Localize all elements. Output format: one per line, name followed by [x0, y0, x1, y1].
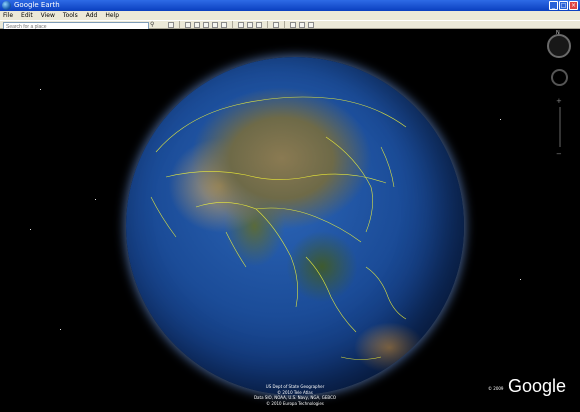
toolbar-icons — [168, 21, 314, 28]
menu-file[interactable]: File — [3, 11, 13, 20]
menu-view[interactable]: View — [41, 11, 55, 20]
star — [95, 199, 96, 200]
title-bar: Google Earth _ □ × — [0, 0, 580, 11]
sidebar-icon[interactable] — [168, 22, 174, 28]
menu-help[interactable]: Help — [105, 11, 119, 20]
sun-icon[interactable] — [247, 22, 253, 28]
historical-imagery-icon[interactable] — [256, 22, 262, 28]
polygon-icon[interactable] — [194, 22, 200, 28]
google-earth-icon — [2, 1, 11, 10]
navigation-controls: N + − — [544, 29, 576, 169]
google-earth-window: Google Earth _ □ × File Edit View Tools … — [0, 0, 580, 412]
print-icon[interactable] — [299, 22, 305, 28]
email-icon[interactable] — [290, 22, 296, 28]
attribution-line: Data SIO, NOAA, U.S. Navy, NGA, GEBCO — [253, 395, 337, 400]
ruler-icon[interactable] — [273, 22, 279, 28]
look-joystick[interactable] — [551, 69, 568, 86]
star — [30, 229, 31, 230]
placemark-icon[interactable] — [185, 22, 191, 28]
toolbar-separator — [284, 21, 285, 28]
maps-icon[interactable] — [308, 22, 314, 28]
compass-ring[interactable] — [547, 34, 571, 58]
menu-tools[interactable]: Tools — [63, 11, 78, 20]
zoom-out-button[interactable]: − — [556, 150, 562, 158]
menu-bar: File Edit View Tools Add Help — [0, 11, 580, 20]
path-icon[interactable] — [203, 22, 209, 28]
close-button[interactable]: × — [569, 1, 578, 10]
north-indicator[interactable]: N — [556, 30, 560, 36]
minimize-button[interactable]: _ — [549, 1, 558, 10]
sky-icon[interactable] — [238, 22, 244, 28]
star — [500, 119, 501, 120]
overlay-icon[interactable] — [212, 22, 218, 28]
google-logo: Google — [508, 376, 567, 396]
toolbar-separator — [232, 21, 233, 28]
menu-add[interactable]: Add — [86, 11, 98, 20]
window-title: Google Earth — [14, 1, 60, 9]
star — [40, 89, 41, 90]
search-icon[interactable]: ⚲ — [150, 21, 157, 28]
zoom-in-button[interactable]: + — [556, 97, 562, 105]
earth-globe[interactable] — [126, 57, 464, 395]
toolbar-separator — [179, 21, 180, 28]
toolbar-separator — [267, 21, 268, 28]
star — [60, 329, 61, 330]
tour-icon[interactable] — [221, 22, 227, 28]
menu-edit[interactable]: Edit — [21, 11, 33, 20]
map-viewport[interactable]: N + − US Dept of State Geographer © 2010… — [0, 29, 580, 412]
star — [520, 279, 521, 280]
toolbar: ⚲ — [0, 20, 580, 32]
zoom-slider[interactable] — [559, 107, 561, 147]
attribution-line: © 2010 Europa Technologies — [266, 400, 324, 406]
country-borders — [150, 96, 407, 360]
data-attribution: US Dept of State Geographer © 2010 Tele … — [240, 384, 350, 406]
maximize-button[interactable]: □ — [559, 1, 568, 10]
copyright-text: © 2009 — [488, 386, 504, 391]
